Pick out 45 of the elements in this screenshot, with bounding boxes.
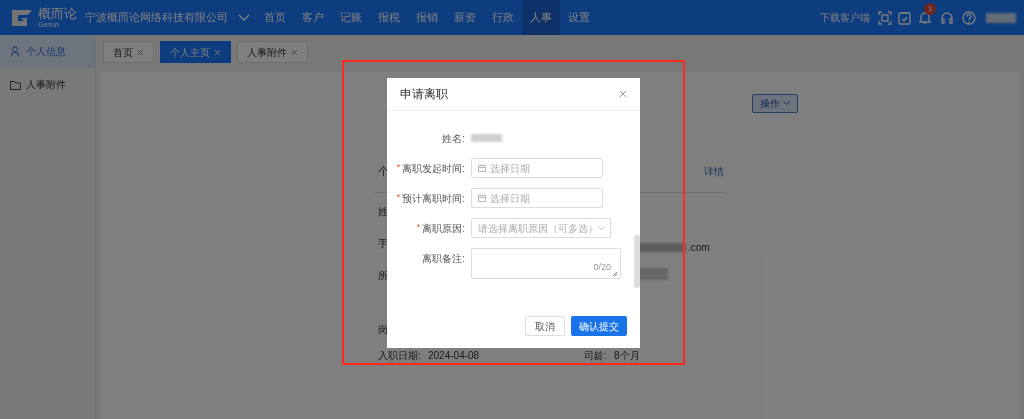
download-link[interactable]: 下载客户端	[820, 10, 870, 25]
nav-menu-item[interactable]: 薪资	[446, 0, 484, 35]
field-label: 离职原因:	[422, 221, 465, 236]
tenure-value: 8个月	[614, 349, 640, 362]
email-tail: .com	[688, 241, 710, 255]
action-dropdown-button[interactable]: 操作	[752, 94, 798, 113]
nav-menu-item[interactable]: 首页	[256, 0, 294, 35]
tab[interactable]: 首页	[103, 41, 154, 63]
dialog-title: 申请离职	[400, 86, 448, 103]
nav-menu-item[interactable]: 行政	[484, 0, 522, 35]
nav-menu-item[interactable]: 设置	[560, 0, 598, 35]
remarks-textarea[interactable]: 0/20	[471, 248, 621, 279]
logo-text: 概而论	[38, 7, 77, 20]
nav-menu-item[interactable]: 报销	[408, 0, 446, 35]
tenure-label: 司龄:	[584, 349, 608, 362]
field-label: 离职备注:	[422, 251, 465, 266]
field-label: 所	[378, 268, 388, 282]
notification-badge: 1	[924, 2, 936, 15]
date-picker-field[interactable]: 选择日期	[471, 158, 603, 178]
nav-menu-item[interactable]: 记账	[332, 0, 370, 35]
sidebar-item[interactable]: 个人信息	[0, 35, 95, 68]
field-label: 姓	[378, 204, 388, 218]
nav-menu-item[interactable]: 人事	[522, 0, 560, 35]
field-label: 手	[378, 236, 388, 250]
reason-select[interactable]: 请选择离职原因（可多选）	[471, 218, 611, 238]
sidebar-item[interactable]: 人事附件	[0, 68, 95, 101]
nav-menu-item[interactable]: 客户	[294, 0, 332, 35]
hire-date-label: 入职日期:	[378, 349, 422, 362]
character-counter: 0/20	[593, 260, 611, 274]
nav-menu-item[interactable]: 报税	[370, 0, 408, 35]
field-label: 离职发起时间:	[402, 161, 465, 176]
date-picker-field[interactable]: 选择日期	[471, 188, 603, 208]
field-label: 姓名:	[442, 131, 465, 146]
required-mark: *	[396, 161, 401, 175]
details-link[interactable]: 详情	[704, 163, 724, 179]
tab[interactable]: 个人主页	[160, 41, 231, 63]
cancel-button[interactable]: 取消	[525, 316, 565, 336]
tab[interactable]: 人事附件	[237, 41, 308, 63]
field-label: 岗	[378, 322, 388, 337]
required-mark: *	[396, 191, 401, 205]
field-label: 预计离职时间:	[402, 191, 465, 206]
required-mark: *	[416, 221, 421, 235]
company-name[interactable]: 宁波概而论网络科技有限公司	[85, 9, 228, 26]
submit-button[interactable]: 确认提交	[571, 316, 627, 336]
hire-date-value: 2024-04-08	[428, 349, 481, 362]
